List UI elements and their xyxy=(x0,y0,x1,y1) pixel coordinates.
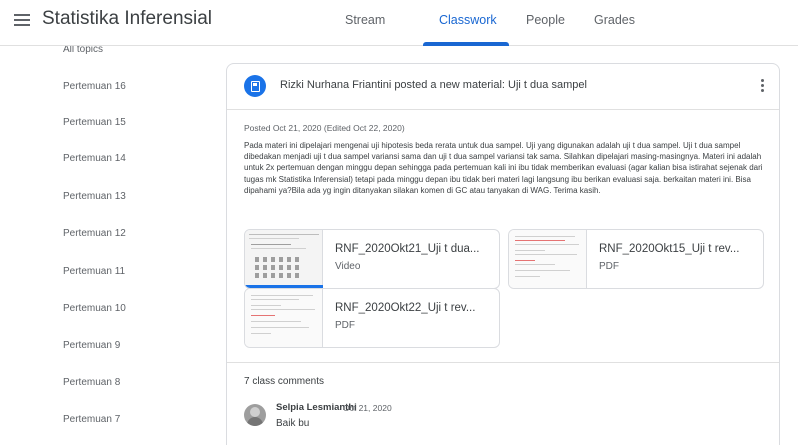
attachment-video[interactable]: RNF_2020Okt21_Uji t dua... Video xyxy=(244,229,500,289)
active-tab-indicator xyxy=(423,42,509,46)
attachment-type: PDF xyxy=(335,320,355,331)
attachment-pdf[interactable]: RNF_2020Okt22_Uji t rev... PDF xyxy=(244,288,500,348)
attachment-name: RNF_2020Okt22_Uji t rev... xyxy=(335,302,476,314)
pdf-thumbnail xyxy=(245,289,323,347)
attachment-name: RNF_2020Okt15_Uji t rev... xyxy=(599,243,740,255)
topic-item[interactable]: Pertemuan 12 xyxy=(63,228,126,239)
tab-stream[interactable]: Stream xyxy=(345,13,385,27)
material-card: Rizki Nurhana Friantini posted a new mat… xyxy=(226,63,780,445)
class-comments-link[interactable]: 7 class comments xyxy=(244,376,324,387)
top-app-bar: Statistika Inferensial Stream Classwork … xyxy=(0,0,798,46)
comment-date: Oct 21, 2020 xyxy=(343,403,392,413)
tab-bar: Stream Classwork People Grades xyxy=(0,0,798,46)
topic-item[interactable]: Pertemuan 8 xyxy=(63,377,120,388)
comment-text: Baik bu xyxy=(276,418,310,429)
topic-item[interactable]: Pertemuan 10 xyxy=(63,303,126,314)
material-header[interactable]: Rizki Nurhana Friantini posted a new mat… xyxy=(227,64,779,110)
video-thumbnail xyxy=(245,230,323,288)
topic-item[interactable]: Pertemuan 9 xyxy=(63,340,120,351)
topic-item[interactable]: Pertemuan 13 xyxy=(63,191,126,202)
attachment-type: Video xyxy=(335,261,361,272)
attachment-name: RNF_2020Okt21_Uji t dua... xyxy=(335,243,480,255)
topics-sidebar: All topics Pertemuan 16 Pertemuan 15 Per… xyxy=(0,44,222,445)
avatar xyxy=(244,404,266,426)
material-book-icon xyxy=(244,75,266,97)
tab-grades[interactable]: Grades xyxy=(594,13,635,27)
topic-item[interactable]: Pertemuan 16 xyxy=(63,81,126,92)
attachment-pdf[interactable]: RNF_2020Okt15_Uji t rev... PDF xyxy=(508,229,764,289)
topic-item[interactable]: Pertemuan 15 xyxy=(63,117,126,128)
pdf-thumbnail xyxy=(509,230,587,288)
topic-item[interactable]: Pertemuan 11 xyxy=(63,266,125,277)
material-title: Rizki Nurhana Friantini posted a new mat… xyxy=(280,79,587,91)
topic-item[interactable]: Pertemuan 14 xyxy=(63,153,126,164)
topic-item[interactable]: Pertemuan 7 xyxy=(63,414,120,425)
attachment-type: PDF xyxy=(599,261,619,272)
tab-classwork[interactable]: Classwork xyxy=(439,13,497,27)
tab-people[interactable]: People xyxy=(526,13,565,27)
material-description: Pada materi ini dipelajari mengenai uji … xyxy=(244,141,763,195)
more-options-icon[interactable] xyxy=(757,77,767,95)
posted-date: Posted Oct 21, 2020 (Edited Oct 22, 2020… xyxy=(244,123,405,133)
divider xyxy=(227,362,779,363)
